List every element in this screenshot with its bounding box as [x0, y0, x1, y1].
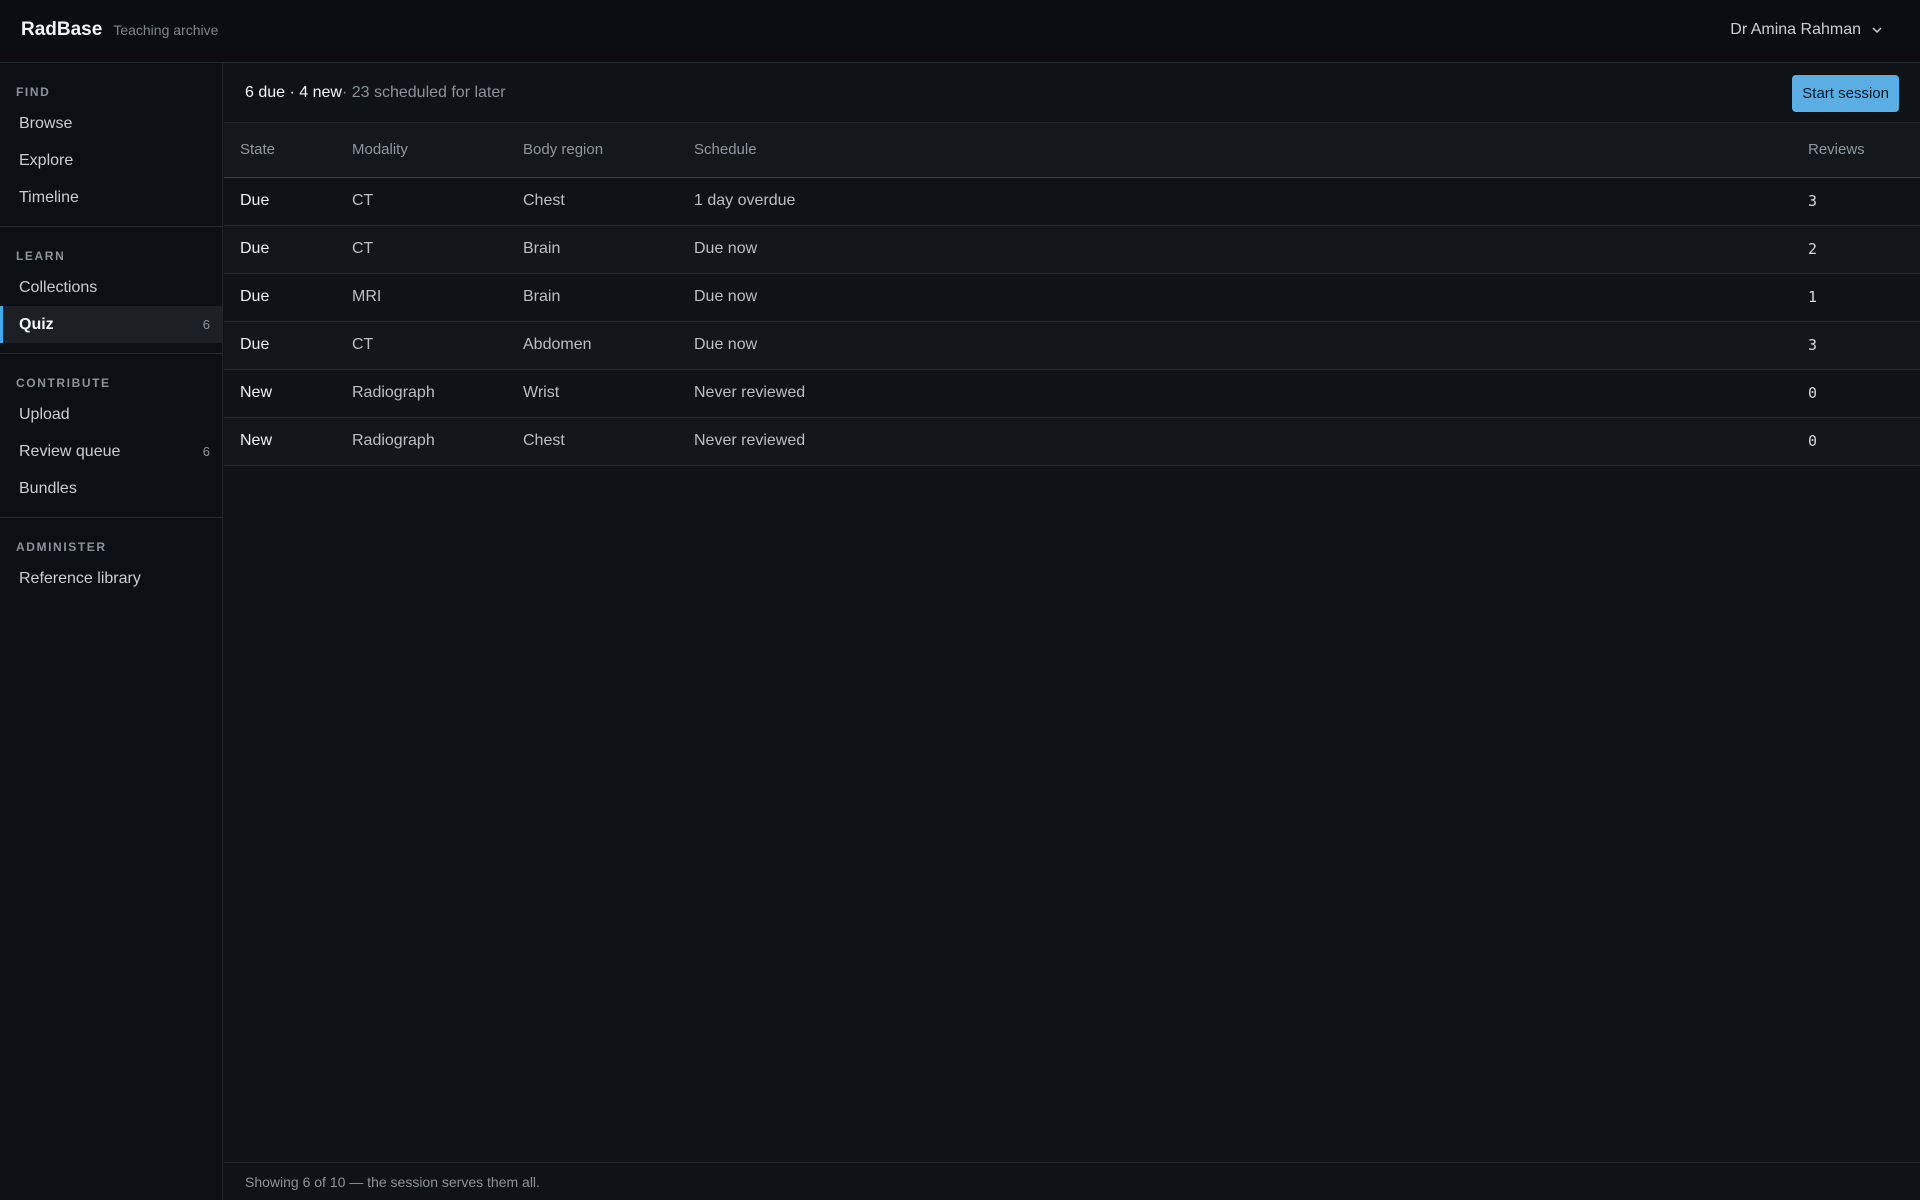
nav-section-find: FIND Browse Explore Timeline — [0, 63, 222, 227]
summary-scheduled: · 23 scheduled for later — [341, 83, 506, 101]
column-header-body-region[interactable]: Body region — [523, 123, 694, 178]
cell-reviews: 3 — [1808, 177, 1920, 226]
footer-text: Showing 6 of 10 — the session serves the… — [245, 1173, 540, 1190]
cell-schedule: Due now — [694, 273, 1808, 322]
sidebar-item-label: Review queue — [19, 442, 121, 460]
cell-reviews: 0 — [1808, 417, 1920, 466]
cell-body-region: Chest — [523, 417, 694, 466]
top-bar: RadBase Teaching archive Dr Amina Rahman — [0, 0, 1920, 63]
sidebar-item-reference-library[interactable]: Reference library — [0, 560, 222, 597]
column-header-state[interactable]: State — [224, 123, 352, 178]
cell-reviews: 2 — [1808, 225, 1920, 274]
nav-heading: CONTRIBUTE — [16, 376, 111, 390]
sidebar-item-collections[interactable]: Collections — [0, 269, 222, 306]
cell-reviews: 0 — [1808, 369, 1920, 418]
user-name[interactable]: Dr Amina Rahman — [1730, 21, 1861, 39]
sidebar-item-label: Browse — [19, 114, 73, 132]
cell-body-region: Wrist — [523, 369, 694, 418]
cell-reviews: 3 — [1808, 321, 1920, 370]
table-row[interactable]: Due CT Brain Due now 2 — [224, 225, 1920, 274]
cell-body-region: Brain — [523, 225, 694, 274]
cell-body-region: Brain — [523, 273, 694, 322]
table-row[interactable]: Due CT Chest 1 day overdue 3 — [224, 177, 1920, 226]
cell-state: Due — [224, 273, 352, 322]
quiz-table: State Modality Body region Schedule Revi… — [224, 123, 1920, 466]
table-row[interactable]: New Radiograph Wrist Never reviewed 0 — [224, 369, 1920, 418]
cell-state: Due — [224, 225, 352, 274]
nav-heading: ADMINISTER — [16, 540, 107, 554]
cell-state: Due — [224, 177, 352, 226]
cell-modality: MRI — [352, 273, 523, 322]
main-content: 6 due · 4 new · 23 scheduled for later S… — [224, 63, 1920, 1200]
start-session-button[interactable]: Start session — [1792, 75, 1899, 112]
count-badge: 6 — [202, 317, 210, 332]
app-name[interactable]: RadBase — [21, 19, 102, 41]
sidebar-item-quiz[interactable]: Quiz 6 — [0, 306, 222, 343]
sidebar-item-review-queue[interactable]: Review queue 6 — [0, 433, 222, 470]
cell-schedule: Due now — [694, 321, 1808, 370]
column-header-reviews[interactable]: Reviews — [1808, 123, 1920, 178]
sidebar-item-explore[interactable]: Explore — [0, 142, 222, 179]
cell-body-region: Chest — [523, 177, 694, 226]
sidebar-item-label: Collections — [19, 278, 98, 296]
table-footer: Showing 6 of 10 — the session serves the… — [224, 1162, 1920, 1200]
cell-schedule: 1 day overdue — [694, 177, 1808, 226]
cell-body-region: Abdomen — [523, 321, 694, 370]
cell-modality: CT — [352, 321, 523, 370]
cell-modality: Radiograph — [352, 369, 523, 418]
user-menu[interactable]: Dr Amina Rahman — [1730, 21, 1884, 39]
sidebar-item-timeline[interactable]: Timeline — [0, 179, 222, 216]
sidebar-item-upload[interactable]: Upload — [0, 396, 222, 433]
column-header-schedule[interactable]: Schedule — [694, 123, 1808, 178]
cell-reviews: 1 — [1808, 273, 1920, 322]
table-row[interactable]: Due CT Abdomen Due now 3 — [224, 321, 1920, 370]
nav-section-learn: LEARN Collections Quiz 6 — [0, 227, 222, 354]
cell-modality: Radiograph — [352, 417, 523, 466]
nav-section-contribute: CONTRIBUTE Upload Review queue 6 Bundles — [0, 354, 222, 518]
nav-heading: LEARN — [16, 249, 66, 263]
cell-schedule: Never reviewed — [694, 369, 1808, 418]
chevron-down-icon[interactable] — [1870, 23, 1884, 37]
nav-section-administer: ADMINISTER Reference library — [0, 518, 222, 607]
cell-schedule: Due now — [694, 225, 1808, 274]
brand: RadBase Teaching archive — [21, 19, 218, 41]
table-header-row: State Modality Body region Schedule Revi… — [224, 123, 1920, 178]
summary-bar: 6 due · 4 new · 23 scheduled for later S… — [224, 63, 1920, 123]
table-row[interactable]: Due MRI Brain Due now 1 — [224, 273, 1920, 322]
sidebar-item-label: Timeline — [19, 188, 79, 206]
sidebar-item-label: Quiz — [19, 315, 54, 333]
cell-schedule: Never reviewed — [694, 417, 1808, 466]
cell-modality: CT — [352, 177, 523, 226]
sidebar-item-browse[interactable]: Browse — [0, 105, 222, 142]
count-badge: 6 — [202, 444, 210, 459]
sidebar-item-label: Explore — [19, 151, 74, 169]
column-header-modality[interactable]: Modality — [352, 123, 523, 178]
sidebar-item-bundles[interactable]: Bundles — [0, 470, 222, 507]
table-row[interactable]: New Radiograph Chest Never reviewed 0 — [224, 417, 1920, 466]
sidebar-item-label: Upload — [19, 405, 70, 423]
nav-heading: FIND — [16, 85, 51, 99]
cell-state: Due — [224, 321, 352, 370]
cell-state: New — [224, 369, 352, 418]
sidebar-item-label: Bundles — [19, 479, 77, 497]
summary-counts: 6 due · 4 new — [245, 83, 342, 101]
sidebar: FIND Browse Explore Timeline LEARN Colle… — [0, 63, 223, 1200]
sidebar-item-label: Reference library — [19, 569, 141, 587]
cell-modality: CT — [352, 225, 523, 274]
cell-state: New — [224, 417, 352, 466]
app-subtitle: Teaching archive — [113, 22, 219, 38]
